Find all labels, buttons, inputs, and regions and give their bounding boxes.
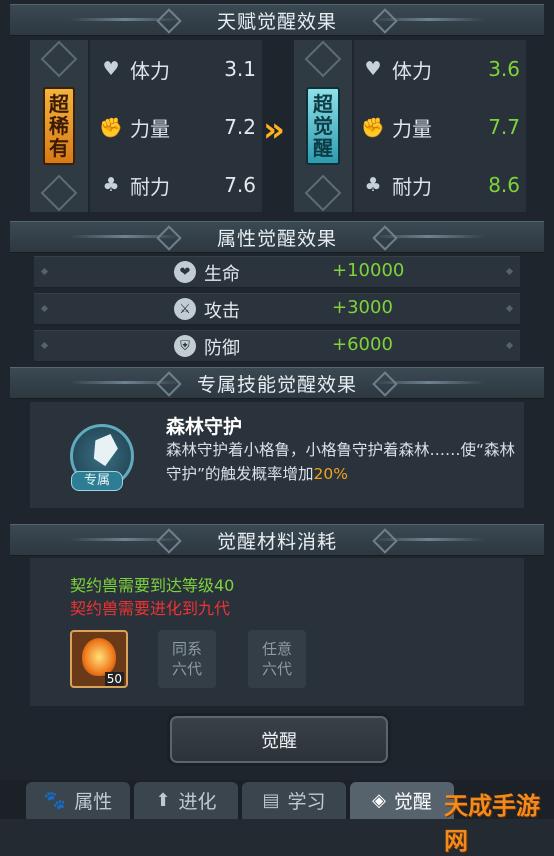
skill-section-title: 专属技能觉醒效果 [196,373,357,396]
skill-name: 森林守护 [166,416,243,438]
after-rarity-column: 超觉醒 [294,40,352,212]
skill-description: 森林守护着小格鲁，小格鲁守护着森林……使“森林守护”的触发概率增加20% [166,441,516,483]
material-slot-same-series[interactable]: 同系 六代 [158,630,216,688]
item-count: 50 [104,672,124,686]
material-slot-any[interactable]: 任意 六代 [248,630,306,688]
attribute-section-title: 属性觉醒效果 [216,227,337,250]
rune-icon [304,174,342,212]
crystal-icon [88,430,121,468]
before-stats-panel: ♥ 体力 3.1 ✊ 力量 7.2 ♣ 耐力 7.6 [90,40,262,212]
skill-highlight-value: 20% [313,465,348,483]
tab-evolve[interactable]: ⬆ 进化 [134,782,238,819]
before-rarity-column: 超稀有 [30,40,88,212]
rune-icon [40,40,78,78]
talent-section-title: 天赋觉醒效果 [216,10,337,33]
attribute-value: +6000 [332,334,393,355]
after-stat-strength: ✊ 力量 7.7 [361,115,520,141]
ornament-icon [372,225,398,251]
stat-value: 7.7 [488,115,520,139]
club-icon: ♣ [364,174,382,196]
before-stat-endurance: ♣ 耐力 7.6 [100,160,256,210]
tab-learn[interactable]: ▤ 学习 [242,782,346,819]
fist-icon: ✊ [99,116,123,139]
rune-icon [40,174,78,212]
ornament-icon [372,528,398,554]
attribute-value: +3000 [332,297,393,318]
arrow-up-icon: ⬆ [155,790,171,811]
stat-value: 3.6 [488,57,520,81]
before-stat-stamina: ♥ 体力 3.1 [100,44,256,94]
forest-guard-skill-icon[interactable]: 专属 [70,424,134,491]
stat-value: 8.6 [488,173,520,197]
attribute-row-attack: ⚔ 攻击 +3000 [34,293,520,325]
ornament-icon [156,225,182,251]
skill-panel: 专属 森林守护 森林守护着小格鲁，小格鲁守护着森林……使“森林守护”的触发概率增… [30,402,524,508]
requirement-unmet: 契约兽需要进化到九代 [70,599,231,618]
rarity-tag-super-rare: 超稀有 [43,87,75,165]
after-stat-endurance: ♣ 耐力 8.6 [362,160,520,210]
awakening-window: 天赋觉醒效果 超稀有 ♥ 体力 3.1 ✊ 力量 7.2 ♣ 耐力 7.6 » … [0,0,554,855]
watermark-logo: 天成手游网 [444,792,540,855]
attribute-value: +10000 [332,260,405,281]
talent-section-header: 天赋觉醒效果 [10,4,544,36]
material-section-header: 觉醒材料消耗 [10,524,544,556]
material-item-slot[interactable]: 50 [70,630,128,688]
paw-icon: 🐾 [43,790,67,811]
attribute-row-health: ❤ 生命 +10000 [34,256,520,288]
fist-icon: ✊ [361,116,385,139]
skill-section-header: 专属技能觉醒效果 [10,367,544,399]
material-section-title: 觉醒材料消耗 [216,530,337,553]
beast-icon: ◈ [372,790,386,811]
attribute-section-header: 属性觉醒效果 [10,221,544,253]
tab-awaken[interactable]: ◈ 觉醒 [350,782,454,819]
before-stat-strength: ✊ 力量 7.2 [99,115,256,141]
after-stat-stamina: ♥ 体力 3.6 [362,44,520,94]
ornament-icon [156,371,182,397]
exclusive-tag: 专属 [71,471,123,491]
health-icon: ❤ [174,261,196,283]
upgrade-arrow-icon: » [263,110,285,150]
attribute-row-defense: ⛨ 防御 +6000 [34,330,520,362]
after-stats-panel: ♥ 体力 3.6 ✊ 力量 7.7 ♣ 耐力 8.6 [354,40,526,212]
tab-attributes[interactable]: 🐾 属性 [26,782,130,819]
rune-icon [304,40,342,78]
stat-value: 7.2 [224,115,256,139]
rarity-tag-super-awakened: 超觉醒 [306,87,340,165]
club-icon: ♣ [102,174,120,196]
ornament-icon [156,528,182,554]
requirement-met: 契约兽需要到达等级40 [70,576,235,595]
book-icon: ▤ [262,790,280,811]
heart-icon: ♥ [102,58,120,80]
heart-icon: ♥ [364,58,382,80]
awaken-button[interactable]: 觉醒 [167,713,391,766]
ornament-icon [156,8,182,34]
attack-icon: ⚔ [174,298,196,320]
stat-value: 7.6 [224,173,256,197]
flame-creature-icon [82,638,116,676]
ornament-icon [372,371,398,397]
stat-value: 3.1 [224,57,256,81]
material-panel: 契约兽需要到达等级40 契约兽需要进化到九代 50 同系 六代 任意 六代 [30,558,524,706]
defense-icon: ⛨ [174,335,196,357]
ornament-icon [372,8,398,34]
